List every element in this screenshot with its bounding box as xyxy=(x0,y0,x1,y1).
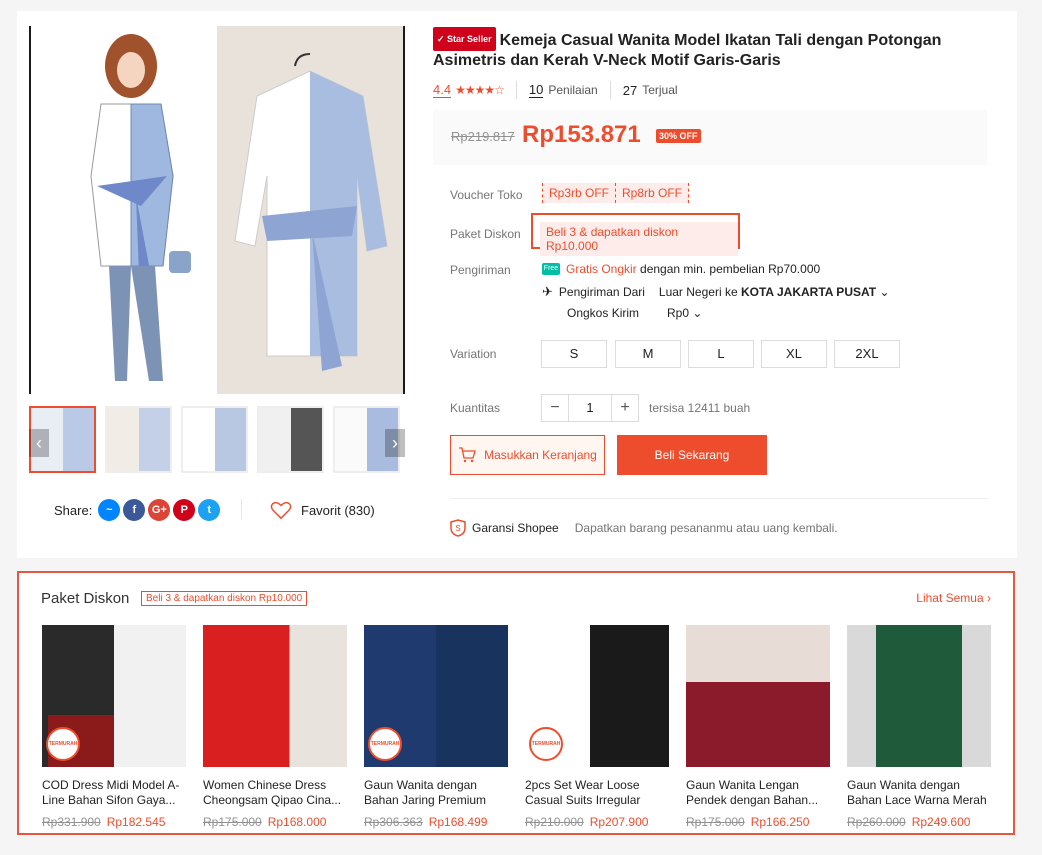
voucher-label: Voucher Toko xyxy=(450,188,523,202)
termurah-badge: TERMURAH xyxy=(46,727,80,761)
variation-label: Variation xyxy=(450,347,497,361)
favorite-label: Favorit (830) xyxy=(301,502,375,518)
bundle-item-image: TERMURAH xyxy=(42,625,186,767)
variation-l[interactable]: L xyxy=(688,340,754,368)
add-to-cart-label: Masukkan Keranjang xyxy=(484,448,597,462)
variation-m[interactable]: M xyxy=(615,340,681,368)
facebook-icon[interactable]: f xyxy=(123,499,146,521)
bundle-item-image xyxy=(686,625,830,767)
paket-diskon-text: Beli 3 & dapatkan diskon Rp10.000 xyxy=(540,222,738,256)
cart-icon xyxy=(459,447,476,463)
favorite-button[interactable]: Favorit (830) xyxy=(270,499,375,521)
chevron-right-icon: › xyxy=(987,591,991,605)
bundle-item[interactable]: Women Chinese Dress Cheongsam Qipao Cina… xyxy=(203,625,349,829)
guarantee-row[interactable]: S Garansi Shopee Dapatkan barang pesanan… xyxy=(450,519,838,537)
sold-label: Terjual xyxy=(642,83,678,97)
paket-diskon-section: Paket Diskon Beli 3 & dapatkan diskon Rp… xyxy=(17,571,1015,835)
thumbnail-2[interactable] xyxy=(105,406,172,473)
bundle-item-name: 2pcs Set Wear Loose Casual Suits Irregul… xyxy=(525,778,641,807)
bundle-badge: Beli 3 & dapatkan diskon Rp10.000 xyxy=(141,591,308,606)
product-card: ‹ › Share: ~ f G+ P t Favorit (830) ✓ St… xyxy=(17,11,1017,558)
variation-2xl[interactable]: 2XL xyxy=(834,340,900,368)
buy-now-button[interactable]: Beli Sekarang xyxy=(617,435,767,475)
blouse-photo xyxy=(217,26,405,394)
shipping-label: Pengiriman xyxy=(450,263,511,277)
add-to-cart-button[interactable]: Masukkan Keranjang xyxy=(450,435,605,475)
original-price: Rp219.817 xyxy=(451,129,515,144)
free-shipping-icon: Free xyxy=(542,263,560,275)
bundle-title: Paket Diskon xyxy=(41,590,130,607)
guarantee-title: Garansi Shopee xyxy=(472,521,559,535)
termurah-badge: TERMURAH xyxy=(368,727,402,761)
pinterest-icon[interactable]: P xyxy=(173,499,196,521)
variation-xl[interactable]: XL xyxy=(761,340,827,368)
bundle-item-name: Women Chinese Dress Cheongsam Qipao Cina… xyxy=(203,778,342,807)
bundle-item-image: TERMURAH xyxy=(525,625,669,767)
discount-badge: 30% OFF xyxy=(656,129,701,143)
quantity-label: Kuantitas xyxy=(450,401,501,415)
thumbnail-prev-icon[interactable]: ‹ xyxy=(29,429,49,457)
bundle-item-image xyxy=(203,625,347,767)
thumbnail-strip xyxy=(29,406,405,476)
free-shipping-line: Free Gratis Ongkir dengan min. pembelian… xyxy=(542,262,821,276)
termurah-badge: TERMURAH xyxy=(529,727,563,761)
share-label: Share: xyxy=(54,502,93,518)
quantity-stepper: − 1 + xyxy=(541,394,639,422)
star-seller-badge: ✓ Star Seller xyxy=(433,27,496,51)
shipping-from-line: ✈ Pengiriman Dari Luar Negeri ke KOTA JA… xyxy=(542,284,890,299)
divider xyxy=(450,498,988,499)
main-product-image[interactable] xyxy=(29,26,405,394)
voucher-1[interactable]: Rp3rb OFF xyxy=(542,183,617,203)
thumbnail-3[interactable] xyxy=(181,406,248,473)
variation-s[interactable]: S xyxy=(541,340,607,368)
rating-value[interactable]: 4.4 xyxy=(433,82,452,98)
shipping-cost-dropdown[interactable]: Rp0 ⌄ xyxy=(667,306,702,320)
guarantee-desc: Dapatkan barang pesananmu atau uang kemb… xyxy=(574,521,838,535)
stock-text: tersisa 12411 buah xyxy=(649,401,751,415)
shipping-cost-line: Ongkos Kirim Rp0 ⌄ xyxy=(567,306,703,320)
price-box: Rp219.817 Rp153.871 30% OFF xyxy=(433,110,987,165)
rating-row: 4.4 ★★★★☆ 10 Penilaian 27 Terjual xyxy=(433,81,678,99)
share-divider xyxy=(241,499,242,519)
voucher-2[interactable]: Rp8rb OFF xyxy=(615,183,690,203)
bundle-item[interactable]: TERMURAH Gaun Wanita dengan Bahan Jaring… xyxy=(364,625,510,829)
bundle-item[interactable]: Gaun Wanita dengan Bahan Lace Warna Mera… xyxy=(847,625,993,829)
bundle-item-image: TERMURAH xyxy=(364,625,508,767)
thumbnail-4[interactable] xyxy=(257,406,324,473)
current-price: Rp153.871 xyxy=(522,121,641,148)
messenger-icon[interactable]: ~ xyxy=(98,499,121,521)
rating-stars-icon: ★★★★☆ xyxy=(455,83,505,97)
twitter-icon[interactable]: t xyxy=(198,499,221,521)
shipping-destination[interactable]: Luar Negeri ke KOTA JAKARTA PUSAT ⌄ xyxy=(659,285,890,299)
svg-text:S: S xyxy=(455,524,460,533)
reviews-label: Penilaian xyxy=(548,83,598,97)
bundle-item-name: Gaun Wanita dengan Bahan Lace Warna Mera… xyxy=(847,778,987,807)
bundle-item[interactable]: TERMURAH 2pcs Set Wear Loose Casual Suit… xyxy=(525,625,671,829)
product-title: ✓ Star Seller Kemeja Casual Wanita Model … xyxy=(433,27,973,71)
heart-icon xyxy=(270,501,292,520)
quantity-increase-button[interactable]: + xyxy=(611,394,639,422)
reviews-count[interactable]: 10 xyxy=(528,82,544,98)
product-title-text: Kemeja Casual Wanita Model Ikatan Tali d… xyxy=(433,32,942,69)
bundle-item[interactable]: Gaun Wanita Lengan Pendek dengan Bahan..… xyxy=(686,625,832,829)
google-plus-icon[interactable]: G+ xyxy=(148,499,171,521)
quantity-decrease-button[interactable]: − xyxy=(541,394,569,422)
bundle-item-name: COD Dress Midi Model A-Line Bahan Sifon … xyxy=(42,778,180,807)
chevron-down-icon: ⌄ xyxy=(692,306,703,320)
chevron-down-icon: ⌄ xyxy=(879,285,890,299)
fashion-sketch-image xyxy=(29,26,217,394)
share-row: Share: ~ f G+ P t xyxy=(54,499,221,521)
shield-icon: S xyxy=(450,519,466,537)
thumbnail-next-icon[interactable]: › xyxy=(385,429,405,457)
bundle-item-image xyxy=(847,625,991,767)
see-all-link[interactable]: Lihat Semua › xyxy=(916,591,991,605)
bundle-item-name: Gaun Wanita dengan Bahan Jaring Premium … xyxy=(364,778,487,807)
paket-diskon-offer[interactable]: Beli 3 & dapatkan diskon Rp10.000 xyxy=(531,213,740,256)
sold-count: 27 xyxy=(622,82,638,98)
bundle-item[interactable]: TERMURAH COD Dress Midi Model A-Line Bah… xyxy=(42,625,188,829)
quantity-input[interactable]: 1 xyxy=(569,394,611,422)
paket-label: Paket Diskon xyxy=(450,227,521,241)
truck-icon: ✈ xyxy=(542,284,553,299)
bundle-item-name: Gaun Wanita Lengan Pendek dengan Bahan..… xyxy=(686,778,819,807)
